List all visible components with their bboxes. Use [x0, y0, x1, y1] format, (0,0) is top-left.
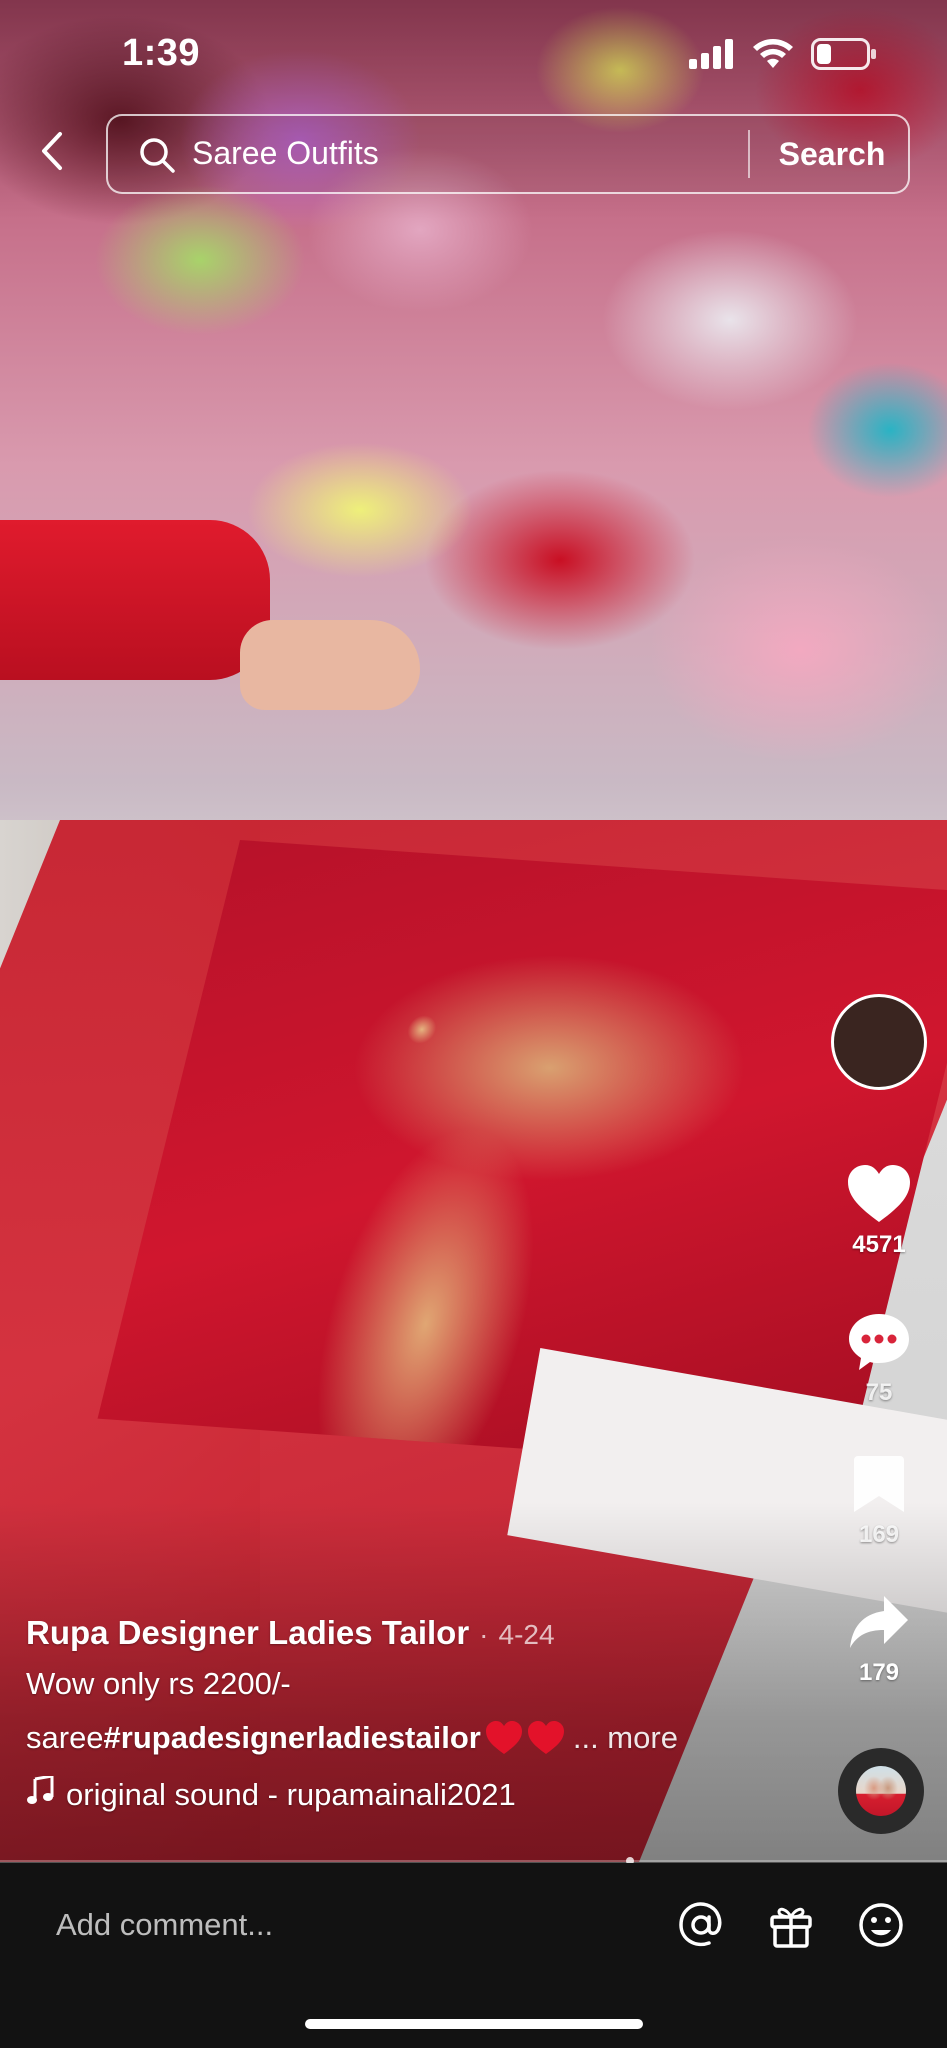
red-heart-emoji-icon — [485, 1721, 523, 1755]
comment-bar: Add comment... — [0, 1863, 947, 2048]
bookmark-icon — [852, 1456, 906, 1518]
search-input[interactable]: Saree Outfits — [192, 135, 379, 172]
post-date: 4-24 — [498, 1619, 555, 1650]
wifi-icon — [751, 38, 795, 75]
description-line-2: saree #rupadesignerladiestailor ... more — [26, 1720, 806, 1756]
music-disc[interactable] — [838, 1748, 924, 1834]
author-line: Rupa Designer Ladies Tailor · 4-24 — [26, 1614, 806, 1652]
share-button[interactable]: 179 — [829, 1594, 929, 1687]
share-arrow-icon — [848, 1596, 910, 1656]
description-line-1: Wow only rs 2200/- — [26, 1666, 291, 1701]
like-button[interactable]: 4571 — [829, 1164, 929, 1259]
search-divider — [748, 130, 750, 178]
heart-icon — [846, 1165, 912, 1228]
music-disc-cover — [856, 1766, 906, 1816]
red-heart-emoji-icon — [527, 1721, 565, 1755]
comment-toolbar — [675, 1899, 907, 1951]
back-button[interactable] — [30, 126, 74, 180]
music-note-icon — [26, 1774, 54, 1814]
chevron-left-icon — [38, 130, 66, 177]
date-separator: · — [479, 1619, 489, 1650]
home-indicator[interactable] — [305, 2019, 643, 2029]
comment-count: 75 — [865, 1379, 893, 1406]
sound-link[interactable]: original sound - rupamainali2021 — [26, 1774, 806, 1814]
emoji-icon[interactable] — [855, 1899, 907, 1951]
save-button[interactable]: 169 — [829, 1454, 929, 1549]
post-caption: Rupa Designer Ladies Tailor · 4-24 Wow o… — [26, 1614, 806, 1814]
cellular-signal-icon — [689, 39, 735, 74]
more-link[interactable]: ... more — [573, 1720, 678, 1756]
battery-icon — [811, 38, 877, 75]
like-count: 4571 — [852, 1231, 906, 1258]
status-time: 1:39 — [122, 32, 201, 74]
author-name[interactable]: Rupa Designer Ladies Tailor — [26, 1614, 469, 1652]
comment-bubble-icon — [847, 1314, 911, 1376]
status-icons — [689, 38, 877, 75]
hashtag-link[interactable]: #rupadesignerladiestailor — [104, 1720, 481, 1756]
status-bar: 1:39 — [0, 0, 947, 110]
search-bar[interactable]: Saree Outfits Search — [106, 114, 910, 194]
comment-button[interactable]: 75 — [829, 1312, 929, 1407]
video-frame[interactable] — [0, 0, 947, 1862]
mention-icon[interactable] — [675, 1899, 727, 1951]
description-prefix: saree — [26, 1720, 104, 1755]
search-icon — [138, 136, 176, 179]
sound-title: original sound - rupamainali2021 — [66, 1777, 516, 1812]
gift-icon[interactable] — [765, 1899, 817, 1951]
share-count: 179 — [858, 1659, 900, 1686]
video-saree — [97, 840, 947, 1472]
comment-input[interactable]: Add comment... — [56, 1907, 273, 1943]
search-button[interactable]: Search — [756, 116, 908, 192]
video-arm — [0, 520, 270, 680]
video-hand — [240, 620, 420, 710]
creator-avatar[interactable] — [831, 994, 927, 1090]
save-count: 169 — [858, 1521, 900, 1548]
